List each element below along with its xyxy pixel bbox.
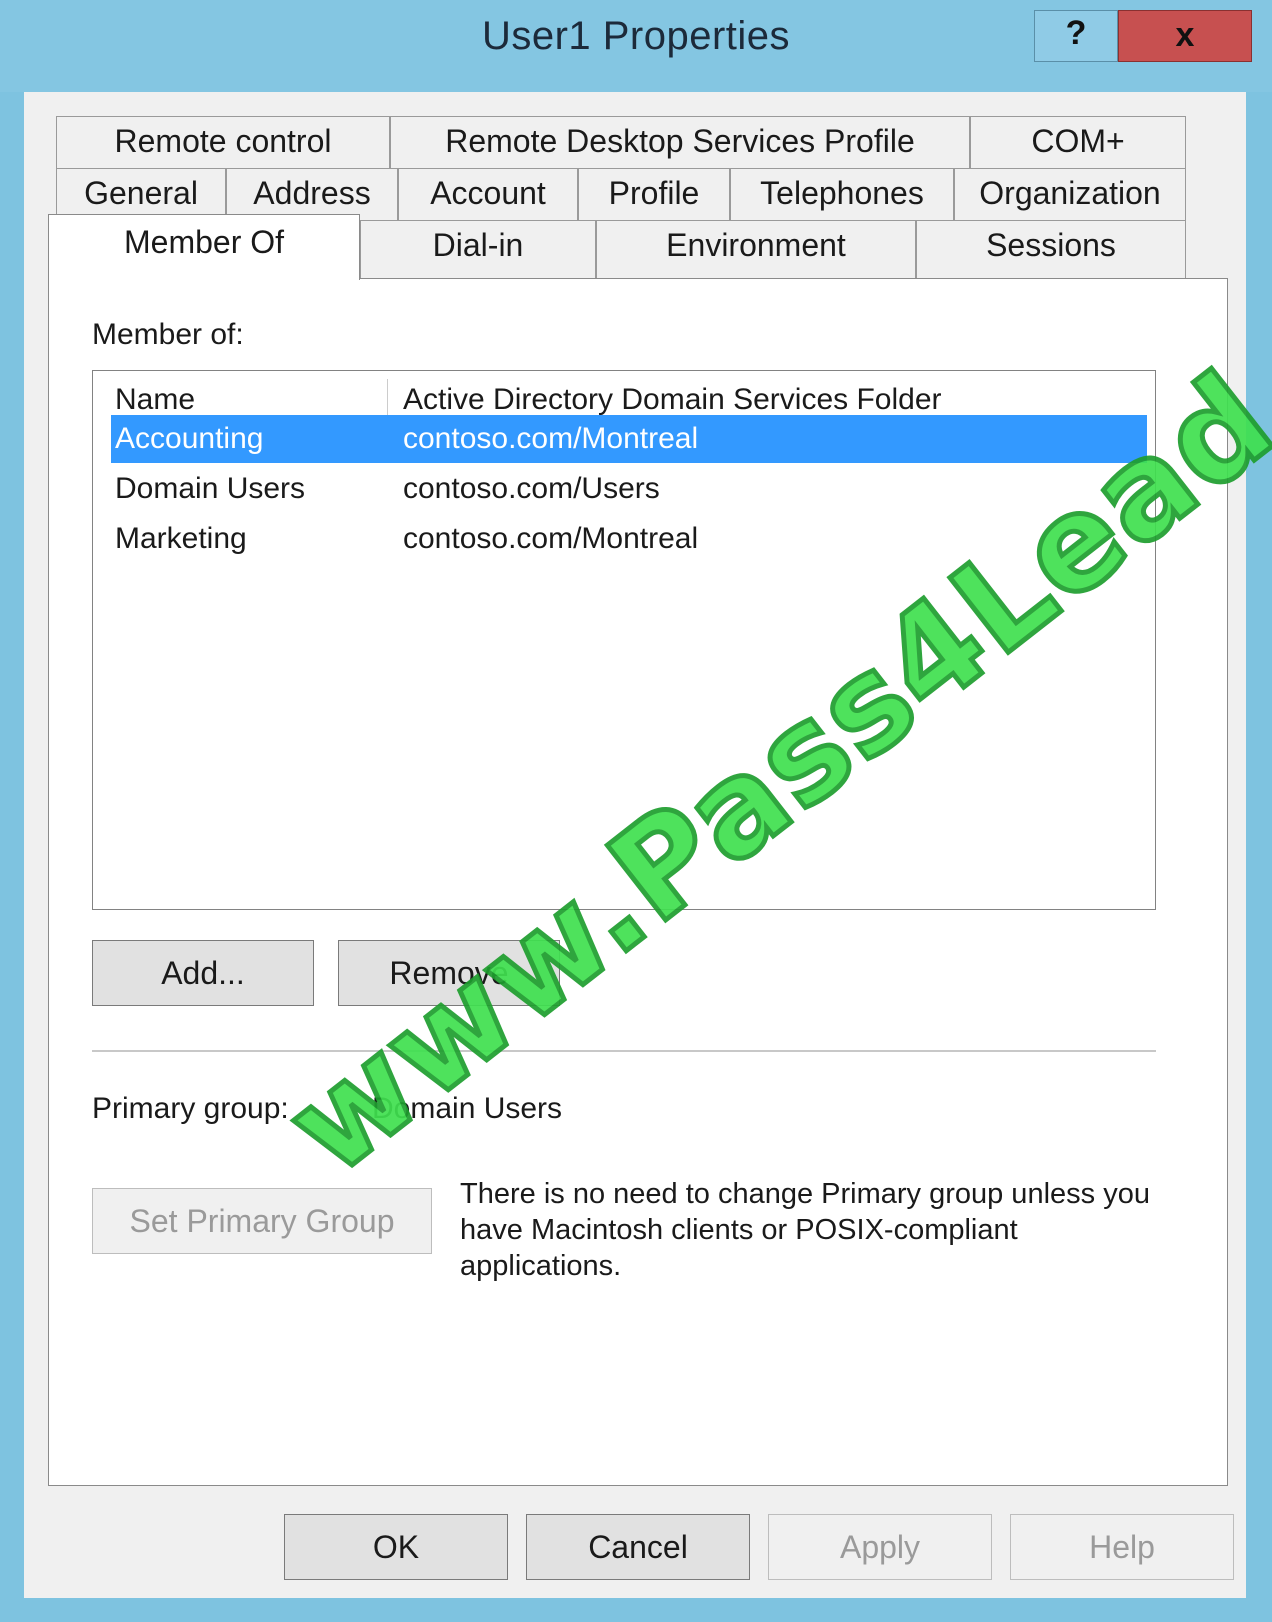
- list-item-folder: contoso.com/Montreal: [403, 522, 699, 555]
- tab-com-plus[interactable]: COM+: [970, 116, 1186, 168]
- tab-sessions[interactable]: Sessions: [916, 220, 1186, 278]
- primary-group-value: Domain Users: [372, 1092, 563, 1125]
- list-item-name: Accounting: [115, 422, 264, 455]
- properties-dialog: User1 Properties ? x Remote control Remo…: [0, 0, 1272, 1622]
- close-icon[interactable]: x: [1118, 10, 1252, 62]
- tab-remote-desktop-services-profile[interactable]: Remote Desktop Services Profile: [390, 116, 970, 168]
- list-item[interactable]: Marketing contoso.com/Montreal: [111, 515, 1147, 563]
- primary-group-label: Primary group:: [92, 1092, 289, 1125]
- column-header-folder[interactable]: Active Directory Domain Services Folder: [403, 383, 942, 417]
- tab-environment[interactable]: Environment: [596, 220, 916, 278]
- help-icon[interactable]: ?: [1034, 10, 1118, 62]
- member-of-label: Member of:: [92, 318, 244, 351]
- list-item-name: Marketing: [115, 522, 247, 555]
- tab-account[interactable]: Account: [398, 168, 578, 220]
- list-item[interactable]: Accounting contoso.com/Montreal: [111, 415, 1147, 463]
- divider: [92, 1050, 1156, 1052]
- list-item-folder: contoso.com/Montreal: [403, 422, 699, 455]
- member-of-list[interactable]: Name Active Directory Domain Services Fo…: [92, 370, 1156, 910]
- list-item-name: Domain Users: [115, 472, 306, 505]
- list-item-folder: contoso.com/Users: [403, 472, 660, 505]
- tab-general[interactable]: General: [56, 168, 226, 220]
- tab-dial-in[interactable]: Dial-in: [360, 220, 596, 278]
- tab-profile[interactable]: Profile: [578, 168, 730, 220]
- tab-organization[interactable]: Organization: [954, 168, 1186, 220]
- tab-address[interactable]: Address: [226, 168, 398, 220]
- tab-telephones[interactable]: Telephones: [730, 168, 954, 220]
- primary-group-note: There is no need to change Primary group…: [460, 1178, 1150, 1282]
- remove-button[interactable]: Remove: [338, 940, 560, 1006]
- title-bar: User1 Properties ? x: [0, 0, 1272, 92]
- list-item[interactable]: Domain Users contoso.com/Users: [111, 465, 1147, 513]
- tab-member-of[interactable]: Member Of: [48, 214, 360, 280]
- apply-button[interactable]: Apply: [768, 1514, 992, 1580]
- column-header-name[interactable]: Name: [115, 383, 195, 417]
- add-button[interactable]: Add...: [92, 940, 314, 1006]
- tab-remote-control[interactable]: Remote control: [56, 116, 390, 168]
- ok-button[interactable]: OK: [284, 1514, 508, 1580]
- set-primary-group-button[interactable]: Set Primary Group: [92, 1188, 432, 1254]
- cancel-button[interactable]: Cancel: [526, 1514, 750, 1580]
- help-button[interactable]: Help: [1010, 1514, 1234, 1580]
